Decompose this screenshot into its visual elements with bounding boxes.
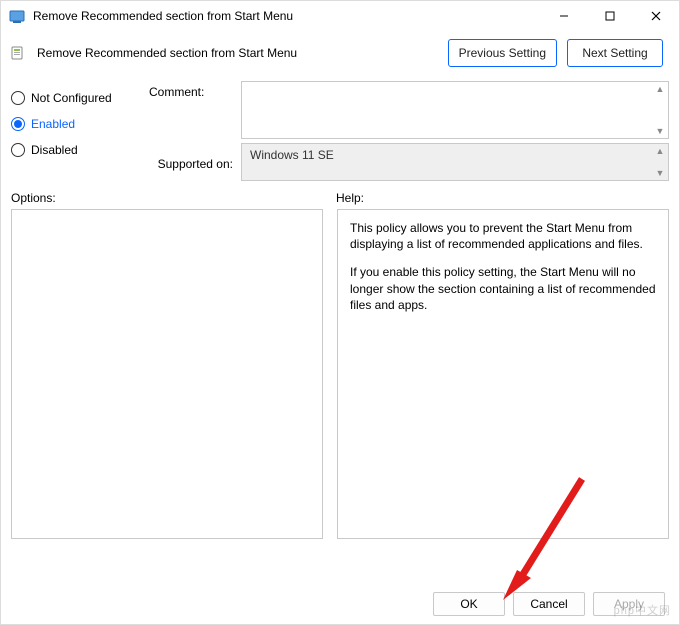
radio-enabled[interactable]: Enabled bbox=[11, 111, 149, 137]
window-title: Remove Recommended section from Start Me… bbox=[33, 9, 541, 23]
radio-icon bbox=[11, 143, 25, 157]
cancel-button[interactable]: Cancel bbox=[513, 592, 585, 616]
apply-button: Apply bbox=[593, 592, 665, 616]
radio-label: Not Configured bbox=[31, 91, 112, 105]
scroll-up-icon: ▲ bbox=[656, 82, 665, 96]
radio-label: Enabled bbox=[31, 117, 75, 131]
nav-buttons: Previous Setting Next Setting bbox=[448, 39, 663, 67]
fields-column: Comment: ▲ ▼ Supported on: Windows 11 SE… bbox=[149, 81, 669, 181]
radio-icon bbox=[11, 91, 25, 105]
minimize-button[interactable] bbox=[541, 1, 587, 31]
previous-setting-button[interactable]: Previous Setting bbox=[448, 39, 557, 67]
supported-scrollbar[interactable]: ▲ ▼ bbox=[652, 144, 668, 180]
window-controls bbox=[541, 1, 679, 31]
policy-setting-icon bbox=[11, 45, 27, 61]
scroll-down-icon: ▼ bbox=[656, 166, 665, 180]
close-button[interactable] bbox=[633, 1, 679, 31]
scroll-up-icon: ▲ bbox=[656, 144, 665, 158]
config-row: Not Configured Enabled Disabled Comment:… bbox=[1, 77, 679, 181]
options-label: Options: bbox=[11, 191, 336, 205]
supported-on-label: Supported on: bbox=[149, 153, 241, 171]
supported-on-box: Windows 11 SE ▲ ▼ bbox=[241, 143, 669, 181]
options-pane bbox=[11, 209, 323, 539]
scroll-down-icon: ▼ bbox=[656, 124, 665, 138]
state-radio-group: Not Configured Enabled Disabled bbox=[11, 81, 149, 181]
radio-icon bbox=[11, 117, 25, 131]
footer: OK Cancel Apply bbox=[1, 584, 679, 624]
help-paragraph: If you enable this policy setting, the S… bbox=[350, 264, 656, 313]
policy-title: Remove Recommended section from Start Me… bbox=[37, 46, 448, 60]
panes: This policy allows you to prevent the St… bbox=[1, 209, 679, 539]
titlebar: Remove Recommended section from Start Me… bbox=[1, 1, 679, 31]
policy-icon bbox=[9, 8, 25, 24]
maximize-button[interactable] bbox=[587, 1, 633, 31]
supported-on-value: Windows 11 SE bbox=[250, 148, 334, 162]
help-label: Help: bbox=[336, 191, 669, 205]
radio-disabled[interactable]: Disabled bbox=[11, 137, 149, 163]
comment-label: Comment: bbox=[149, 81, 241, 99]
radio-label: Disabled bbox=[31, 143, 78, 157]
mid-labels: Options: Help: bbox=[1, 181, 679, 209]
ok-button[interactable]: OK bbox=[433, 592, 505, 616]
help-pane: This policy allows you to prevent the St… bbox=[337, 209, 669, 539]
comment-scrollbar[interactable]: ▲ ▼ bbox=[652, 82, 668, 138]
header: Remove Recommended section from Start Me… bbox=[1, 31, 679, 77]
radio-not-configured[interactable]: Not Configured bbox=[11, 85, 149, 111]
comment-textarea[interactable]: ▲ ▼ bbox=[241, 81, 669, 139]
help-paragraph: This policy allows you to prevent the St… bbox=[350, 220, 656, 252]
next-setting-button[interactable]: Next Setting bbox=[567, 39, 663, 67]
